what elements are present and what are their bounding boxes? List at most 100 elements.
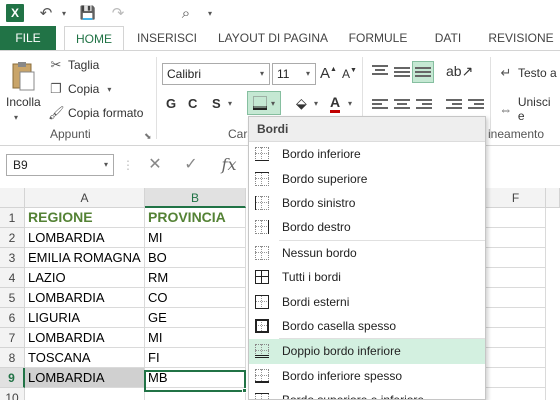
align-middle-icon[interactable] [394,67,410,81]
align-center-icon[interactable] [394,99,410,113]
cell-provincia[interactable]: MI [145,228,246,248]
cell-regione[interactable]: TOSCANA [25,348,145,368]
cell-provincia[interactable]: GE [145,308,246,328]
row-header[interactable]: 5 [0,288,25,308]
cell-regione[interactable]: LOMBARDIA [25,228,145,248]
align-top-icon[interactable] [372,65,388,79]
decrease-indent-icon[interactable] [446,99,462,113]
font-color-button[interactable]: A [330,93,341,113]
menu-item-top-border[interactable]: Bordo superiore [249,166,485,190]
paste-dropdown-icon[interactable]: ▾ [14,113,18,122]
cell-regione[interactable]: LOMBARDIA [25,288,145,308]
menu-item-all-borders[interactable]: Tutti i bordi [249,265,485,289]
row-header[interactable]: 6 [0,308,25,328]
cell[interactable] [486,348,546,368]
redo-icon[interactable]: ↷ [108,3,128,23]
paste-button[interactable]: Incolla [6,95,41,109]
cut-button[interactable]: ✂ Taglia [48,57,100,73]
column-header-f[interactable]: F [486,188,546,208]
row-header[interactable]: 8 [0,348,25,368]
row-header[interactable]: 10 [0,388,25,400]
row-header[interactable]: 9 [0,368,25,388]
cell[interactable] [486,208,546,228]
cell-provincia[interactable]: CO [145,288,246,308]
menu-item-thick-bottom-border[interactable]: Bordo inferiore spesso [249,364,485,388]
tab-formule[interactable]: FORMULE [346,26,410,50]
insert-function-button[interactable]: fx [216,154,242,176]
fill-handle[interactable] [242,388,247,393]
fill-color-icon[interactable]: ⬙ [296,95,307,112]
tab-layout[interactable]: LAYOUT DI PAGINA [212,26,334,50]
row-header[interactable]: 7 [0,328,25,348]
undo-dropdown-icon[interactable]: ▾ [58,3,70,23]
column-header-b[interactable]: B [145,188,246,208]
merge-center-button[interactable]: ⇔ Unisci e [498,95,560,123]
cell[interactable] [486,228,546,248]
format-painter-button[interactable]: 🖌 Copia formato [48,105,143,121]
borders-button[interactable]: ▾ [247,91,281,115]
tab-revisione[interactable]: REVISIONE [486,26,556,50]
header-cell-provincia[interactable]: PROVINCIA [145,208,246,228]
align-right-icon[interactable] [416,99,432,113]
menu-item-thick-box-border[interactable]: Bordo casella spesso [249,314,485,338]
copy-button[interactable]: ❐ Copia ▾ [48,81,111,97]
cell-regione[interactable] [25,388,145,400]
cell-provincia[interactable]: RM [145,268,246,288]
menu-item-bottom-border[interactable]: Bordo inferiore [249,142,485,166]
column-header[interactable] [546,188,560,208]
shrink-font-button[interactable]: A ▼ [342,67,357,82]
print-preview-icon[interactable]: ⌕ [176,3,196,23]
increase-indent-icon[interactable] [468,99,484,113]
menu-item-left-border[interactable]: Bordo sinistro [249,191,485,215]
cell[interactable] [486,288,546,308]
menu-item-double-bottom-border[interactable]: Doppio bordo inferiore [249,339,485,364]
cell[interactable] [486,368,546,388]
cell-provincia[interactable]: MI [145,328,246,348]
font-name-select[interactable]: Calibri ▾ [162,63,270,85]
menu-item-right-border[interactable]: Bordo destro [249,215,485,239]
copy-dropdown-icon[interactable]: ▾ [107,85,111,94]
row-header[interactable]: 3 [0,248,25,268]
menu-item-outside-borders[interactable]: Bordi esterni [249,289,485,313]
row-header[interactable]: 4 [0,268,25,288]
cell-regione[interactable]: EMILIA ROMAGNA [25,248,145,268]
font-color-dropdown-icon[interactable]: ▾ [348,99,352,108]
tab-dati[interactable]: DATI [428,26,468,50]
save-icon[interactable]: 💾 [78,3,98,23]
tab-file[interactable]: FILE [0,26,56,50]
enter-icon[interactable]: ✓ [180,154,202,176]
cell-regione[interactable]: LIGURIA [25,308,145,328]
cell-regione[interactable]: LOMBARDIA [25,328,145,348]
row-header[interactable]: 2 [0,228,25,248]
orientation-icon[interactable]: ab↗ [446,63,473,80]
undo-icon[interactable]: ↶ [36,3,56,23]
cell[interactable] [486,328,546,348]
select-all-corner[interactable] [0,188,25,208]
bold-button[interactable]: G [166,96,176,111]
cell[interactable] [486,268,546,288]
menu-item-top-bottom-border[interactable]: Bordo superiore e inferiore [249,388,485,399]
cell-provincia[interactable]: BO [145,248,246,268]
cell[interactable] [486,308,546,328]
customize-toolbar-icon[interactable]: ▾ [204,3,216,23]
cancel-icon[interactable]: ✕ [144,154,166,176]
italic-button[interactable]: C [188,96,197,111]
cell-regione[interactable]: LOMBARDIA [25,368,145,388]
cell[interactable] [486,248,546,268]
clipboard-launcher-icon[interactable]: ⬊ [144,131,152,142]
underline-dropdown-icon[interactable]: ▾ [228,99,232,108]
column-header-a[interactable]: A [25,188,145,208]
tab-home[interactable]: HOME [64,26,124,51]
underline-button[interactable]: S [212,96,221,111]
align-bottom-button[interactable] [412,61,434,83]
tab-inserisci[interactable]: INSERISCI [134,26,200,50]
font-size-select[interactable]: 11 ▾ [272,63,316,85]
fill-color-dropdown-icon[interactable]: ▾ [314,99,318,108]
grow-font-button[interactable]: A ▲ [320,65,337,82]
cell-provincia[interactable]: FI [145,348,246,368]
menu-item-no-border[interactable]: Nessun bordo [249,241,485,265]
wrap-text-button[interactable]: ↵ Testo a [498,65,557,81]
row-header[interactable]: 1 [0,208,25,228]
name-box[interactable]: B9 ▾ [6,154,114,176]
cell[interactable] [486,388,546,400]
